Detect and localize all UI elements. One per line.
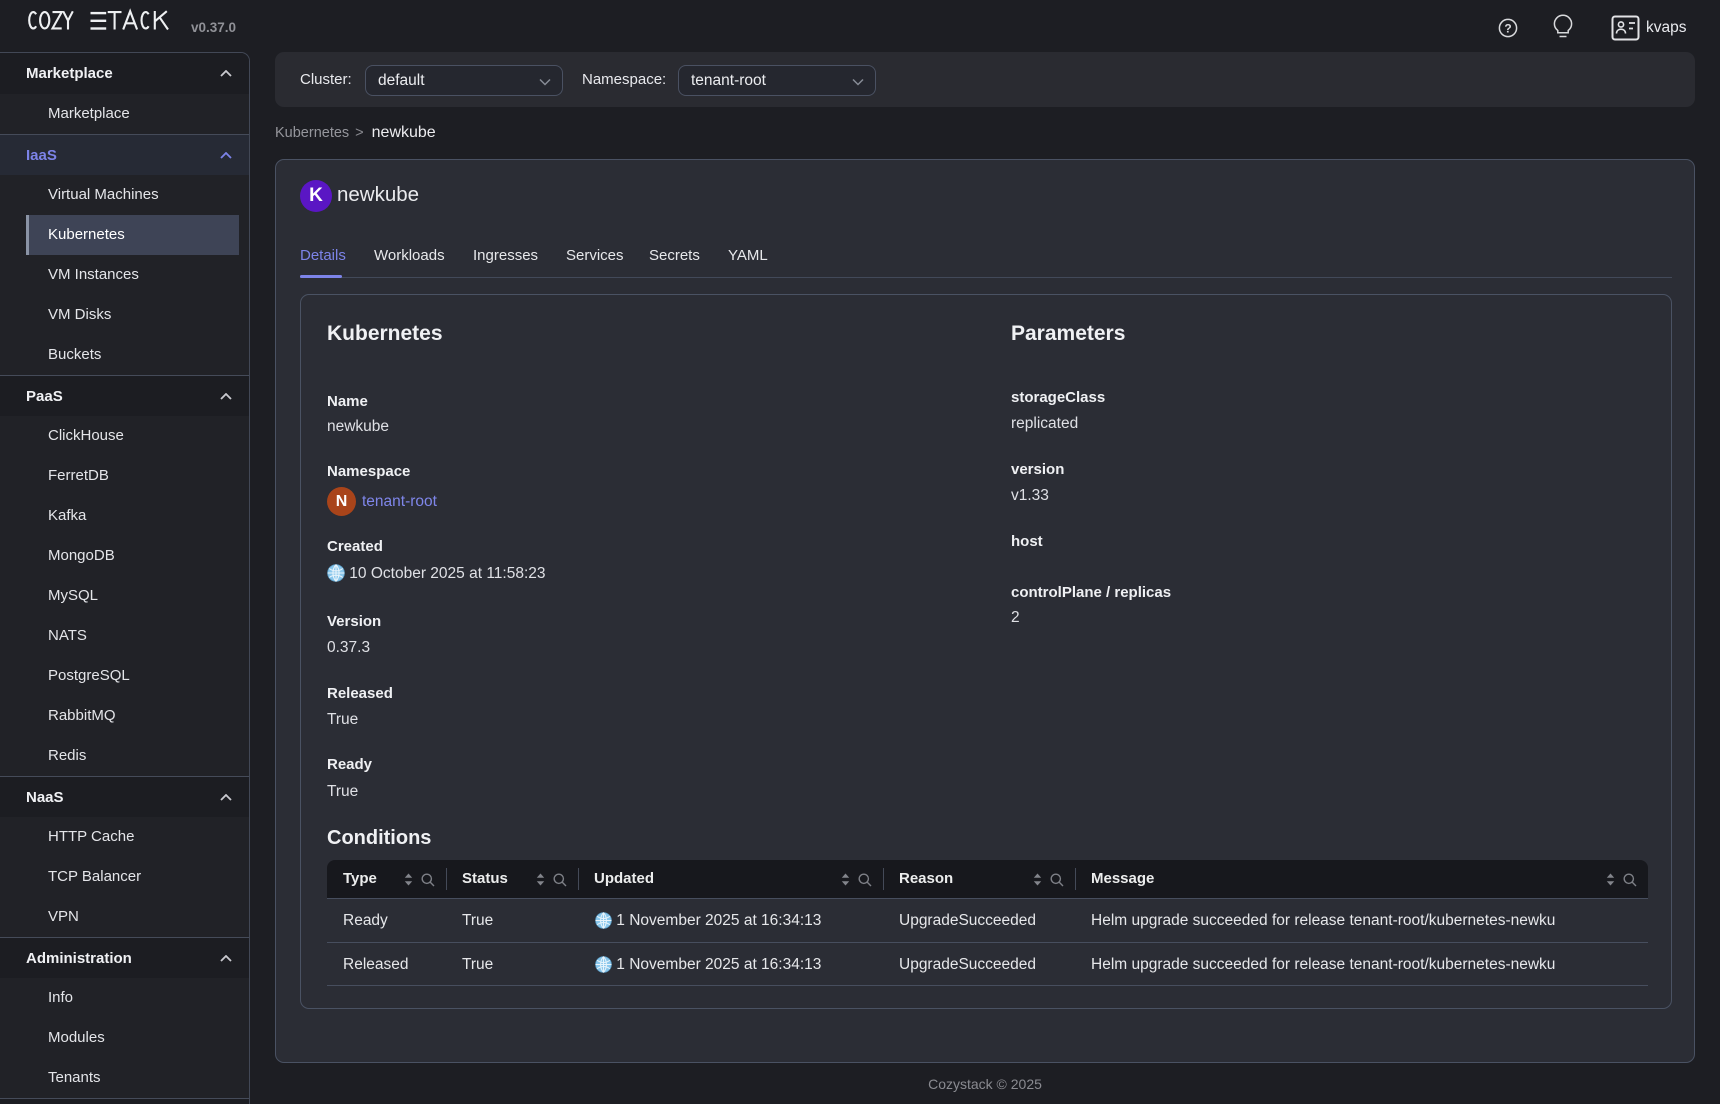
- svg-text:?: ?: [1504, 22, 1511, 36]
